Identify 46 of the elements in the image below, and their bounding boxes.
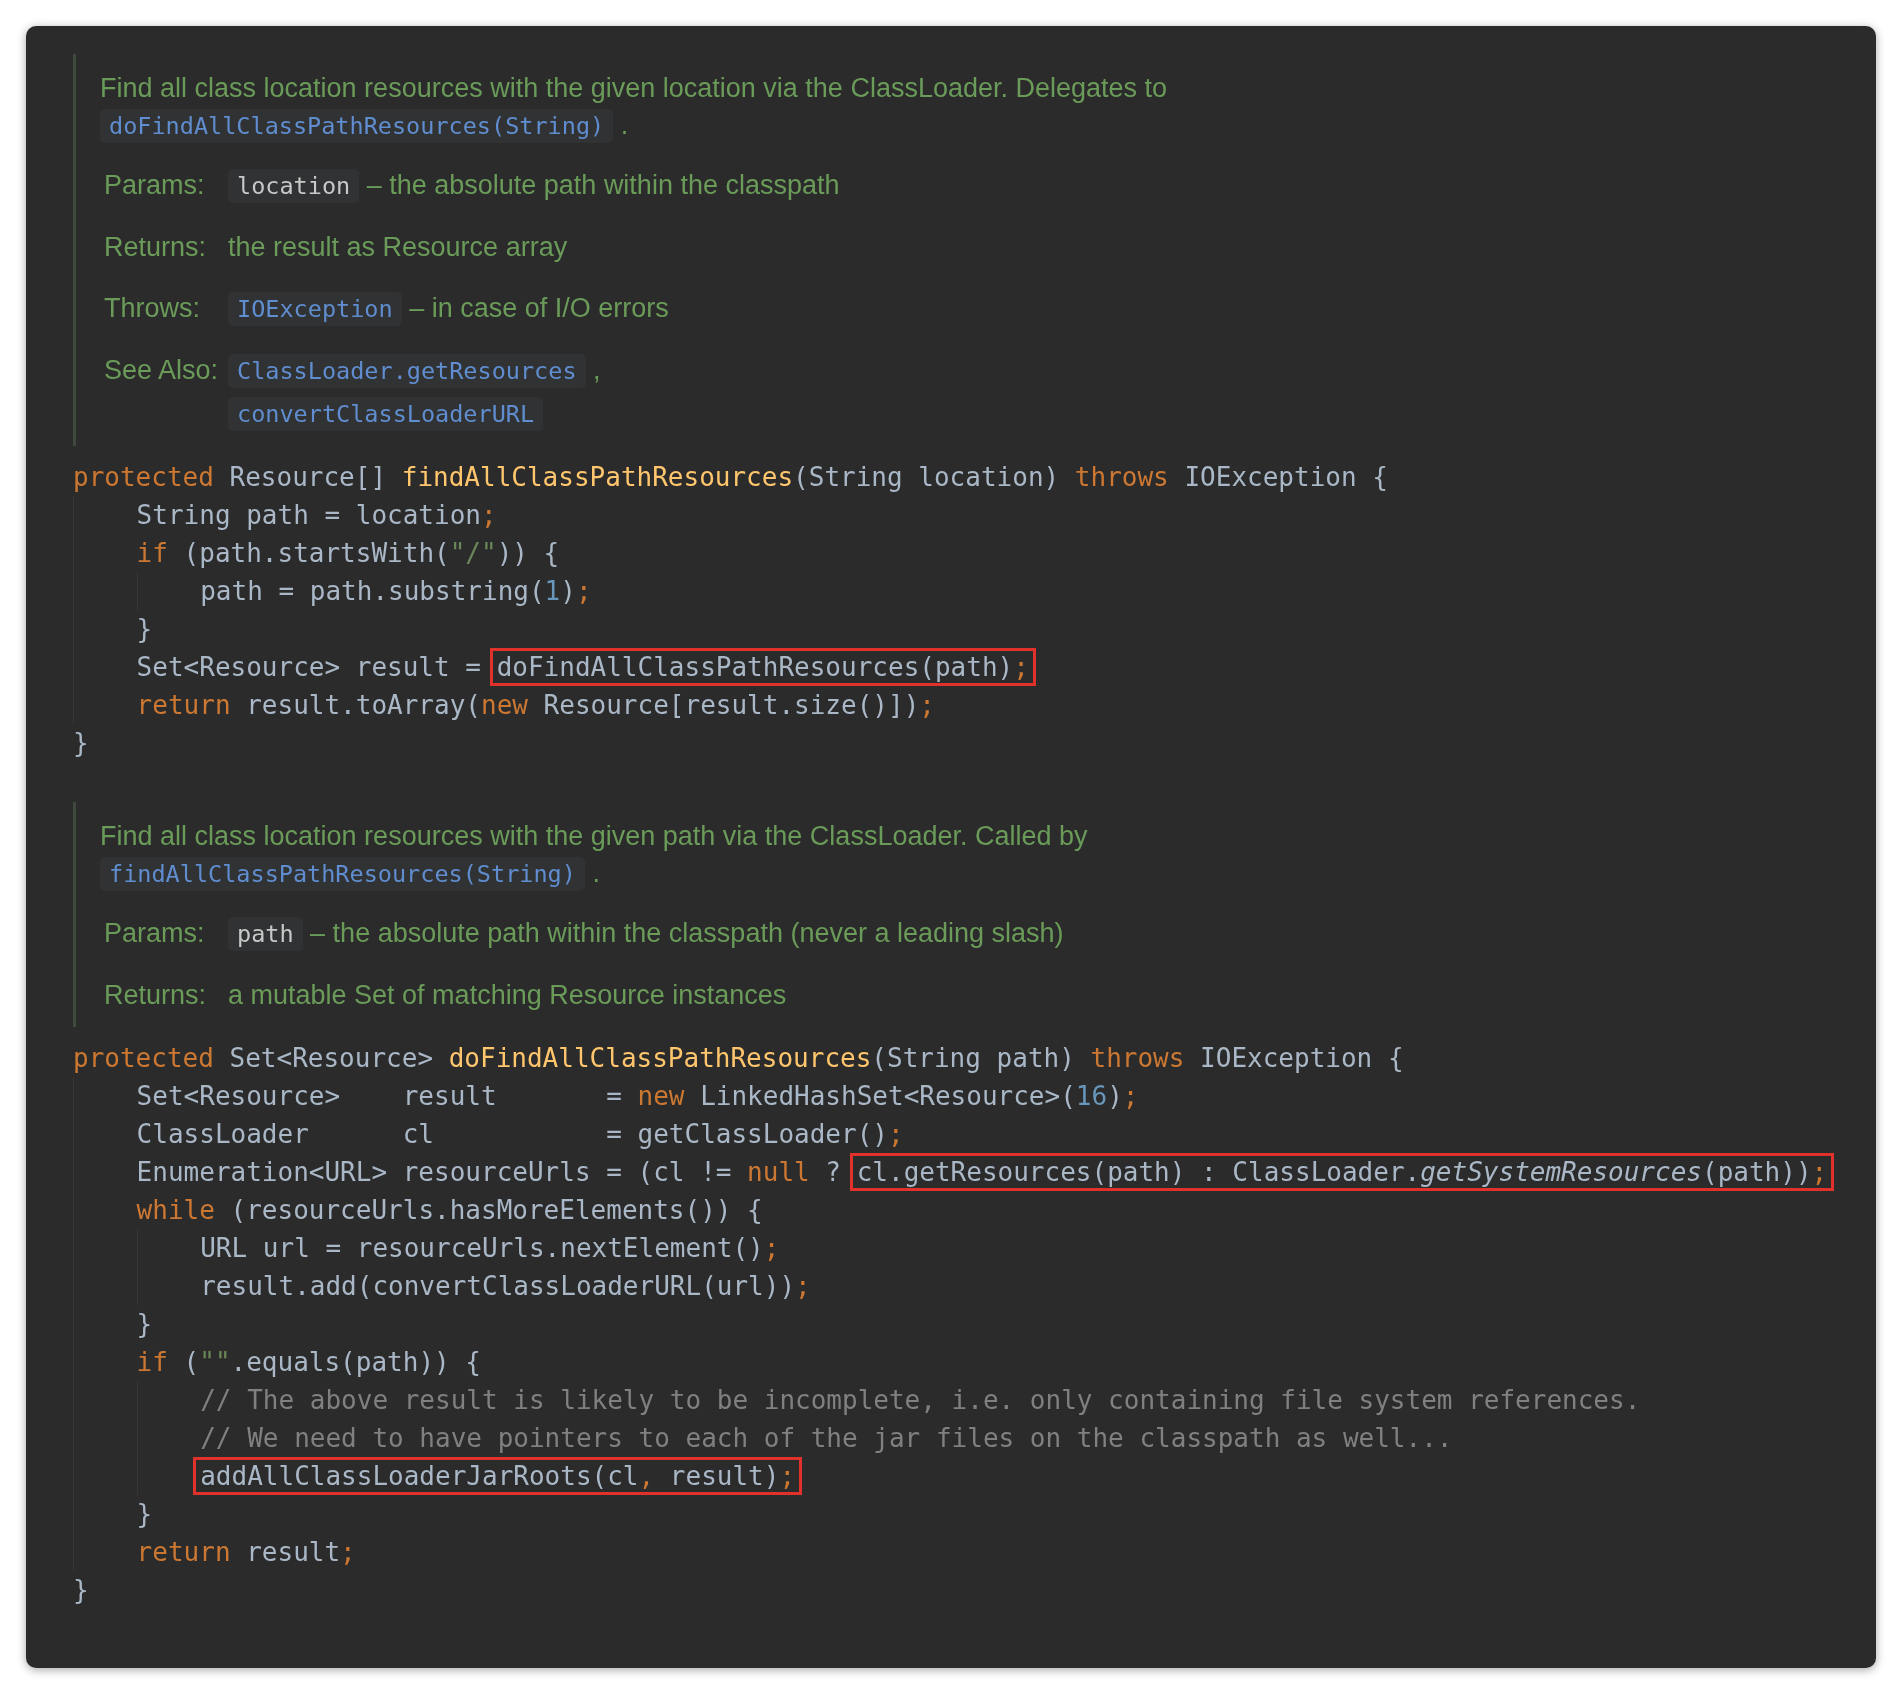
code-line: return result;: [136, 1537, 356, 1567]
tag-description: location – the absolute path within the classpath: [228, 165, 1829, 206]
code-line: // We need to have pointers to each of the jar files on the classpath as well...: [200, 1423, 1453, 1453]
code-line: result.add(convertClassLoaderURL(url));: [200, 1271, 811, 1301]
code-line: }: [136, 1499, 153, 1529]
tag-description: a mutable Set of matching Resource instances: [228, 979, 788, 1012]
code-line: ClassLoader cl = getClassLoader();: [136, 1119, 904, 1149]
param-name: path: [228, 917, 303, 951]
tag-description: IOException – in case of I/O errors: [228, 288, 1829, 329]
tag-description: ClassLoader.getResources ,: [228, 350, 1829, 391]
tag-description: the result as Resource array: [228, 231, 569, 264]
tag-label: Params:: [103, 169, 206, 202]
code-text: Enumeration<URL> resourceUrls = (cl != null ?: [136, 1157, 843, 1187]
doc-summary: Find all class location resources with the given path via the ClassLoader. Called by findAllClassPathResources(String) .: [100, 818, 1250, 893]
code-line: }: [136, 614, 153, 644]
code-line: if ("".equals(path)) {: [136, 1347, 481, 1377]
highlight-box: cl.getResources(path) : ClassLoader.getSystemResources(path));: [849, 1153, 1835, 1191]
code-line: String path = location;: [136, 500, 497, 530]
highlight-box: addAllClassLoaderJarRoots(cl, result);: [193, 1457, 803, 1495]
code-line: }: [73, 728, 89, 758]
code-line: URL url = resourceUrls.nextElement();: [200, 1233, 780, 1263]
code-link[interactable]: ClassLoader.getResources: [228, 354, 586, 388]
tag-label: See Also:: [103, 354, 220, 387]
doc-summary: Find all class location resources with the given location via the ClassLoader. Delegates to doFindAllClassPathResources(String) .: [100, 70, 1250, 145]
code-link[interactable]: doFindAllClassPathResources(String): [100, 109, 614, 143]
code-line: // The above result is likely to be incomplete, i.e. only containing file system references.: [200, 1385, 1641, 1415]
code-line: return result.toArray(new Resource[result.size()]);: [136, 690, 935, 720]
param-name: location: [228, 169, 360, 203]
highlight-box: doFindAllClassPathResources(path);: [489, 648, 1036, 686]
code-line: while (resourceUrls.hasMoreElements()) {: [136, 1195, 763, 1225]
code-line: if (path.startsWith("/")) {: [136, 538, 560, 568]
code-line: path = path.substring(1);: [200, 576, 592, 606]
code-line: }: [73, 1575, 89, 1605]
code-line: protected Resource[] findAllClassPathResources(String location) throws IOException {: [73, 462, 1388, 492]
code-link[interactable]: findAllClassPathResources(String): [100, 857, 585, 891]
tag-description: path – the absolute path within the classpath (never a leading slash): [228, 913, 1829, 954]
code-text: Set<Resource> result =: [136, 652, 482, 682]
tag-label: Returns:: [103, 231, 208, 264]
code-line: Set<Resource> result = new LinkedHashSet<Resource>(16);: [136, 1081, 1139, 1111]
code-link[interactable]: convertClassLoaderURL: [228, 397, 544, 431]
tag-label: Params:: [103, 917, 206, 950]
tag-label: Returns:: [103, 979, 208, 1012]
code-line: }: [136, 1309, 153, 1339]
tag-label: Throws:: [103, 292, 202, 325]
code-link[interactable]: IOException: [228, 292, 402, 326]
code-line: protected Set<Resource> doFindAllClassPathResources(String path) throws IOException {: [73, 1043, 1404, 1073]
